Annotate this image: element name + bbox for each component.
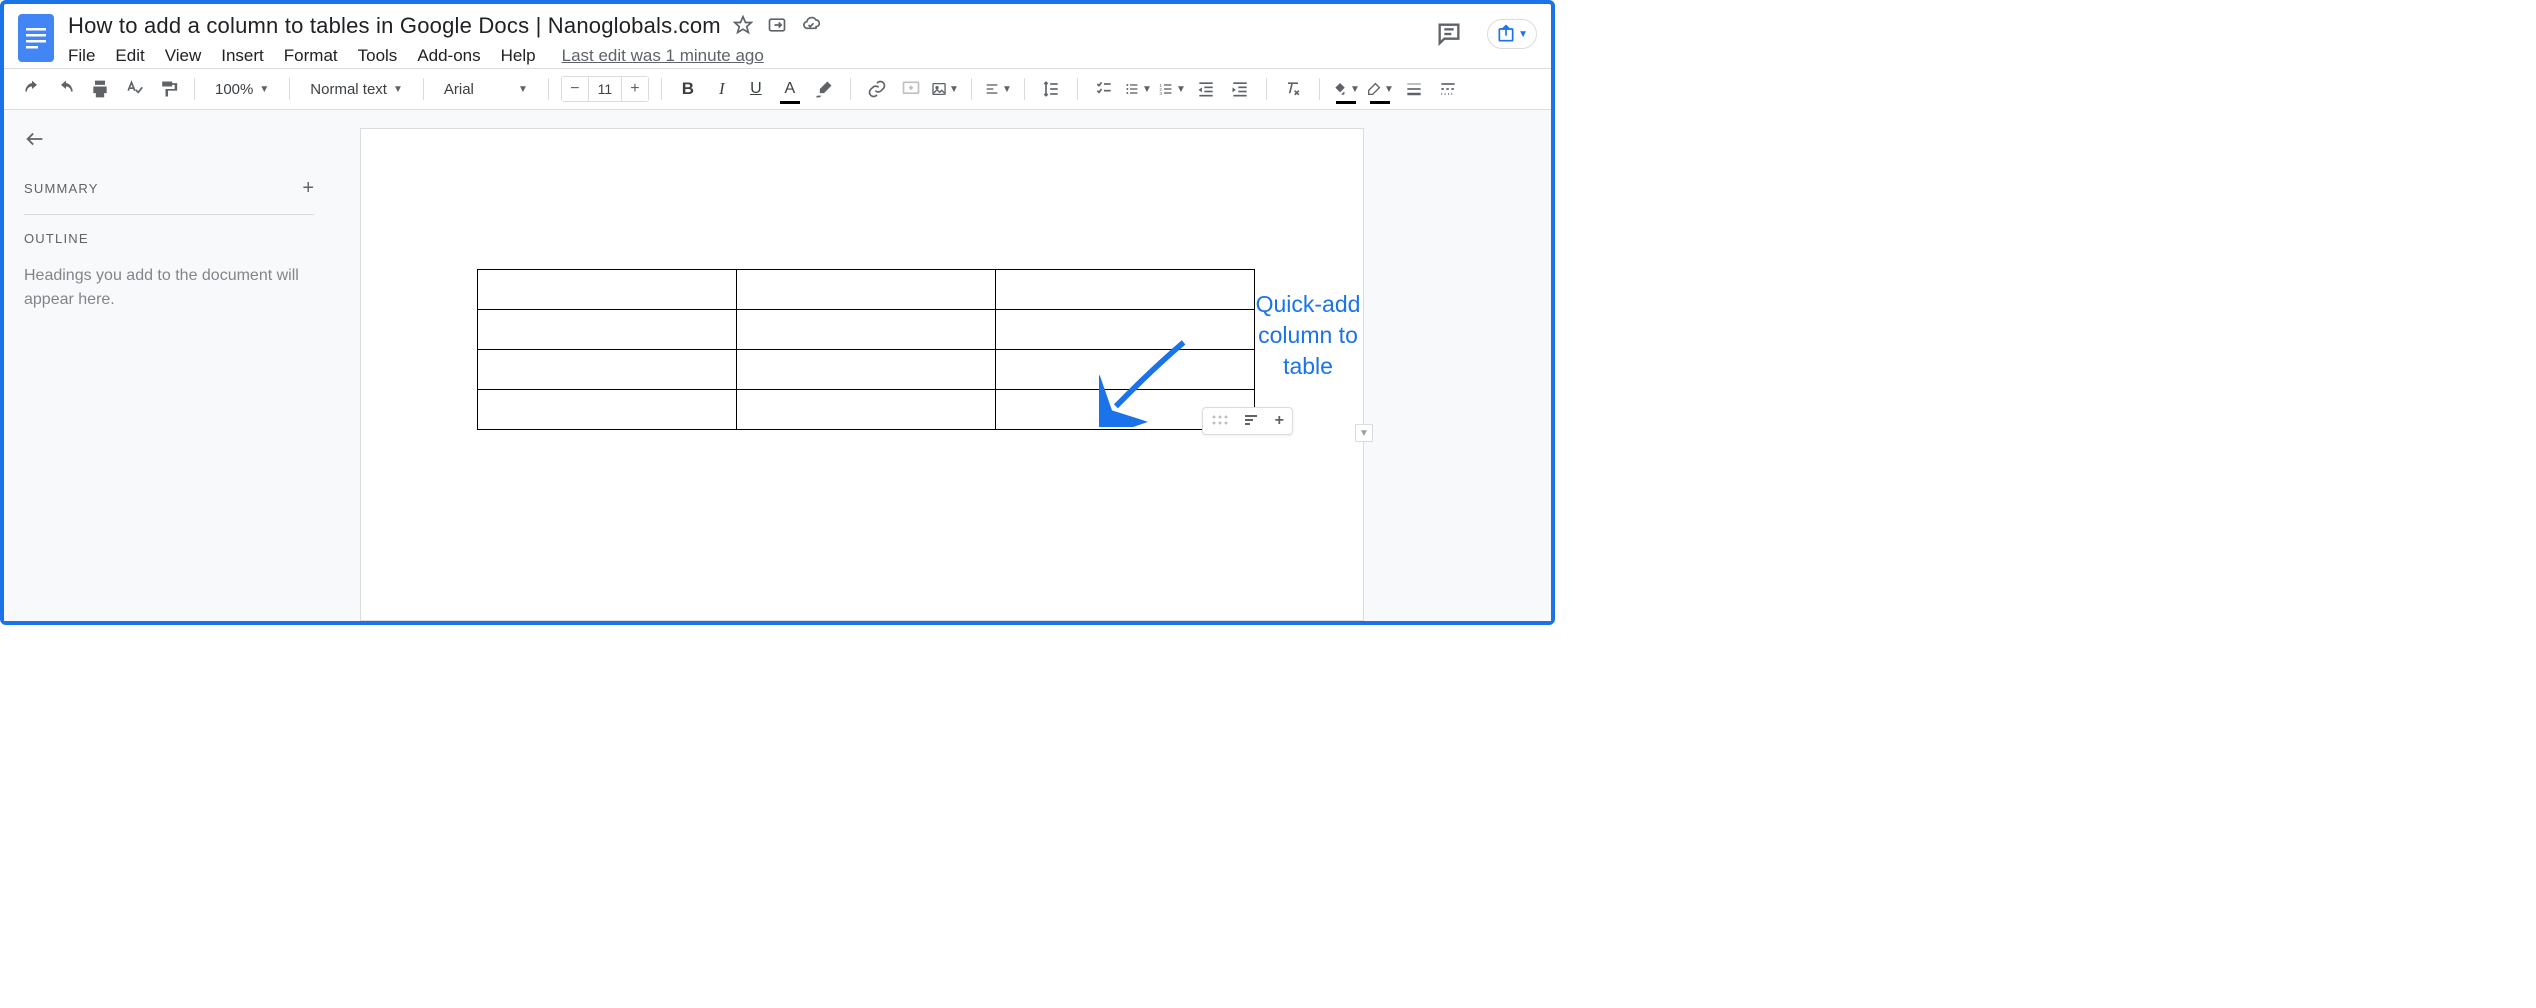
paint-format-button[interactable] bbox=[154, 75, 182, 103]
table-row[interactable] bbox=[478, 270, 1255, 310]
menu-file[interactable]: File bbox=[68, 46, 95, 66]
table-options-button[interactable]: ▼ bbox=[1355, 424, 1373, 442]
menu-help[interactable]: Help bbox=[501, 46, 536, 66]
link-button[interactable] bbox=[863, 75, 891, 103]
annotation-arrow-icon bbox=[1099, 333, 1193, 430]
print-button[interactable] bbox=[86, 75, 114, 103]
checklist-button[interactable] bbox=[1090, 75, 1118, 103]
share-dropdown-icon[interactable]: ▼ bbox=[1518, 29, 1528, 40]
menu-format[interactable]: Format bbox=[284, 46, 338, 66]
comments-button[interactable] bbox=[1429, 14, 1469, 54]
font-size-input[interactable] bbox=[588, 77, 622, 101]
annotation-callout: Quick-add column to table bbox=[1168, 289, 1448, 382]
summary-heading: SUMMARY bbox=[24, 181, 99, 196]
clear-formatting-button[interactable] bbox=[1279, 75, 1307, 103]
menu-tools[interactable]: Tools bbox=[358, 46, 398, 66]
collapse-sidebar-button[interactable] bbox=[24, 128, 314, 153]
cloud-saved-icon[interactable] bbox=[801, 15, 821, 38]
line-spacing-button[interactable] bbox=[1037, 75, 1065, 103]
menu-bar: File Edit View Insert Format Tools Add-o… bbox=[68, 40, 1539, 70]
caret-icon: ▼ bbox=[518, 84, 528, 95]
menu-view[interactable]: View bbox=[165, 46, 202, 66]
style-select[interactable]: Normal text▼ bbox=[302, 81, 411, 98]
spellcheck-button[interactable] bbox=[120, 75, 148, 103]
drag-handle-icon[interactable] bbox=[1211, 413, 1229, 430]
page[interactable]: + ▼ Quick-add column to table bbox=[360, 128, 1364, 621]
table-quick-toolbar: + bbox=[1202, 407, 1293, 435]
increase-font-button[interactable]: + bbox=[622, 77, 648, 101]
fill-color-button[interactable]: ▼ bbox=[1332, 75, 1360, 103]
bullet-list-button[interactable]: ▼ bbox=[1124, 75, 1152, 103]
redo-button[interactable] bbox=[52, 75, 80, 103]
highlight-button[interactable] bbox=[810, 75, 838, 103]
docs-logo[interactable] bbox=[16, 12, 56, 64]
outline-heading: OUTLINE bbox=[24, 231, 314, 246]
decrease-indent-button[interactable] bbox=[1192, 75, 1220, 103]
zoom-select[interactable]: 100%▼ bbox=[207, 81, 277, 98]
comment-button[interactable] bbox=[897, 75, 925, 103]
title-bar: How to add a column to tables in Google … bbox=[4, 4, 1551, 68]
bold-button[interactable]: B bbox=[674, 75, 702, 103]
outline-empty-hint: Headings you add to the document will ap… bbox=[24, 264, 314, 312]
add-column-button[interactable]: + bbox=[1275, 412, 1284, 430]
menu-addons[interactable]: Add-ons bbox=[417, 46, 480, 66]
menu-edit[interactable]: Edit bbox=[115, 46, 144, 66]
last-edit-link[interactable]: Last edit was 1 minute ago bbox=[562, 46, 764, 66]
outline-sidebar: SUMMARY + OUTLINE Headings you add to th… bbox=[4, 110, 334, 621]
align-button[interactable]: ▼ bbox=[984, 75, 1012, 103]
app-window: How to add a column to tables in Google … bbox=[0, 0, 1555, 625]
caret-icon: ▼ bbox=[259, 84, 269, 95]
caret-icon: ▼ bbox=[393, 84, 403, 95]
border-style-button[interactable] bbox=[1434, 75, 1462, 103]
numbered-list-button[interactable]: 123▼ bbox=[1158, 75, 1186, 103]
italic-button[interactable]: I bbox=[708, 75, 736, 103]
increase-indent-button[interactable] bbox=[1226, 75, 1254, 103]
move-icon[interactable] bbox=[767, 15, 787, 38]
text-color-button[interactable]: A bbox=[776, 75, 804, 103]
svg-text:3: 3 bbox=[1159, 91, 1162, 96]
underline-button[interactable]: U bbox=[742, 75, 770, 103]
toolbar: 100%▼ Normal text▼ Arial▼ − + B I U A ▼ … bbox=[4, 68, 1551, 110]
font-size-control: − + bbox=[561, 76, 649, 102]
sort-icon[interactable] bbox=[1243, 413, 1261, 430]
menu-insert[interactable]: Insert bbox=[221, 46, 264, 66]
undo-button[interactable] bbox=[18, 75, 46, 103]
document-title[interactable]: How to add a column to tables in Google … bbox=[68, 13, 721, 39]
star-icon[interactable] bbox=[733, 15, 753, 38]
image-button[interactable]: ▼ bbox=[931, 75, 959, 103]
document-canvas[interactable]: + ▼ Quick-add column to table bbox=[334, 110, 1551, 621]
border-color-button[interactable]: ▼ bbox=[1366, 75, 1394, 103]
add-summary-button[interactable]: + bbox=[302, 177, 314, 200]
border-width-button[interactable] bbox=[1400, 75, 1428, 103]
decrease-font-button[interactable]: − bbox=[562, 77, 588, 101]
font-select[interactable]: Arial▼ bbox=[436, 81, 536, 98]
share-button[interactable]: ▼ bbox=[1487, 19, 1537, 49]
content-area: SUMMARY + OUTLINE Headings you add to th… bbox=[4, 110, 1551, 621]
